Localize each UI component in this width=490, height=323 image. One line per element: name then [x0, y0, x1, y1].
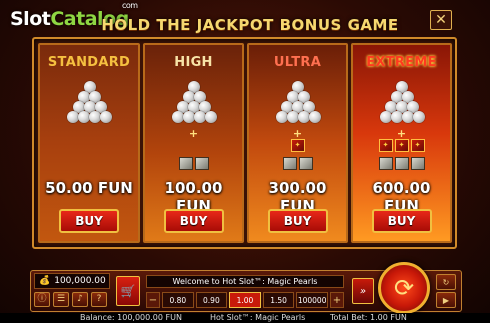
sound-icon: ♪	[77, 294, 83, 304]
tile-icon	[282, 157, 297, 170]
mystery-tiles: ✦	[249, 139, 346, 152]
buy-button-standard[interactable]: BUY	[59, 209, 119, 233]
option-ultra: ULTRA + ✦ 300.00 FUN BUY	[247, 43, 348, 243]
buy-button-high[interactable]: BUY	[163, 209, 224, 233]
mystery-symbol-icon: ✦	[378, 139, 393, 152]
tile-icon	[410, 157, 425, 170]
bet-increase-button[interactable]: +	[329, 292, 344, 308]
sound-button[interactable]: ♪	[72, 292, 88, 307]
bonus-tiles	[145, 157, 242, 170]
mystery-symbol-icon: ✦	[410, 139, 425, 152]
tile-icon	[298, 157, 313, 170]
page-title: HOLD THE JACKPOT BONUS GAME	[101, 16, 399, 34]
bet-selector: − 0.80 0.90 1.00 1.50 100000 +	[146, 292, 344, 308]
price-label: 50.00 FUN	[45, 179, 133, 197]
autoplay-icon: ↻	[442, 277, 450, 287]
tier-label: HIGH	[174, 55, 213, 70]
info-button[interactable]: ⓘ	[34, 292, 50, 307]
option-extreme: EXTREME + ✦ ✦ ✦ 600.00 FUN BUY	[351, 43, 452, 243]
balance-value: 100,000.00	[54, 276, 106, 286]
bet-decrease-button[interactable]: −	[146, 292, 160, 308]
pearl-pyramid-icon	[66, 81, 112, 125]
pearl-pyramid-icon	[171, 81, 217, 125]
buy-feature-button[interactable]: 🛒	[116, 276, 140, 306]
status-game: Hot Slot™: Magic Pearls	[210, 313, 306, 322]
turbo-icon: »	[359, 285, 367, 297]
balance-display: 💰 100,000.00	[34, 273, 110, 289]
tile-icon	[378, 157, 393, 170]
bonus-tiles	[353, 157, 450, 170]
option-standard: STANDARD 50.00 FUN BUY	[38, 43, 140, 243]
status-balance: Balance: 100,000.00 FUN	[80, 313, 182, 322]
pearl-pyramid-icon	[275, 81, 321, 125]
mystery-symbol-icon: ✦	[290, 139, 305, 152]
spin-arrows-icon: ⟳	[393, 274, 415, 302]
bet-option[interactable]: 0.90	[195, 292, 228, 308]
tier-label: ULTRA	[273, 55, 322, 70]
game-screen: SlotCatalog com HOLD THE JACKPOT BONUS G…	[0, 0, 490, 323]
bet-option-selected[interactable]: 1.00	[229, 292, 261, 308]
menu-icon: ☰	[56, 294, 66, 304]
status-bar: Balance: 100,000.00 FUN Hot Slot™: Magic…	[0, 313, 490, 323]
bonus-tiles	[249, 157, 346, 170]
status-total-bet: Total Bet: 1.00 FUN	[330, 313, 407, 322]
bet-option[interactable]: 0.80	[162, 292, 194, 308]
menu-button[interactable]: ☰	[53, 292, 69, 307]
tier-label: STANDARD	[47, 55, 131, 70]
help-button[interactable]: ?	[91, 292, 107, 307]
bet-option[interactable]: 100000	[296, 292, 328, 308]
pearl-icon	[308, 111, 321, 123]
pearl-pyramid-icon	[379, 81, 425, 125]
info-icon: ⓘ	[37, 294, 47, 304]
tier-label: EXTREME	[366, 55, 437, 70]
option-high: HIGH + 100.00 FUN BUY	[143, 43, 244, 243]
pearl-icon	[412, 111, 425, 123]
pearl-icon	[100, 111, 112, 123]
tile-icon	[394, 157, 409, 170]
buy-button-ultra[interactable]: BUY	[267, 209, 328, 233]
play-icon: ▶	[442, 295, 450, 305]
help-icon: ?	[96, 294, 102, 304]
welcome-message: Welcome to Hot Slot™: Magic Pearls	[146, 275, 344, 288]
mystery-tiles: ✦ ✦ ✦	[353, 139, 450, 152]
pearl-icon	[204, 111, 217, 123]
tile-icon	[194, 157, 209, 170]
bet-option[interactable]: 1.50	[262, 292, 295, 308]
play-button[interactable]: ▶	[436, 292, 456, 308]
turbo-button[interactable]: »	[352, 278, 374, 304]
cart-icon: 🛒	[120, 284, 136, 298]
spin-button[interactable]: ⟳	[378, 262, 430, 314]
plus-icon: +	[188, 127, 199, 140]
mystery-symbol-icon: ✦	[394, 139, 409, 152]
coin-icon: 💰	[39, 276, 51, 286]
tile-icon	[178, 157, 193, 170]
close-icon: ✕	[435, 12, 447, 28]
buy-button-extreme[interactable]: BUY	[371, 209, 432, 233]
autoplay-button[interactable]: ↻	[436, 274, 456, 290]
close-button[interactable]: ✕	[430, 10, 452, 30]
